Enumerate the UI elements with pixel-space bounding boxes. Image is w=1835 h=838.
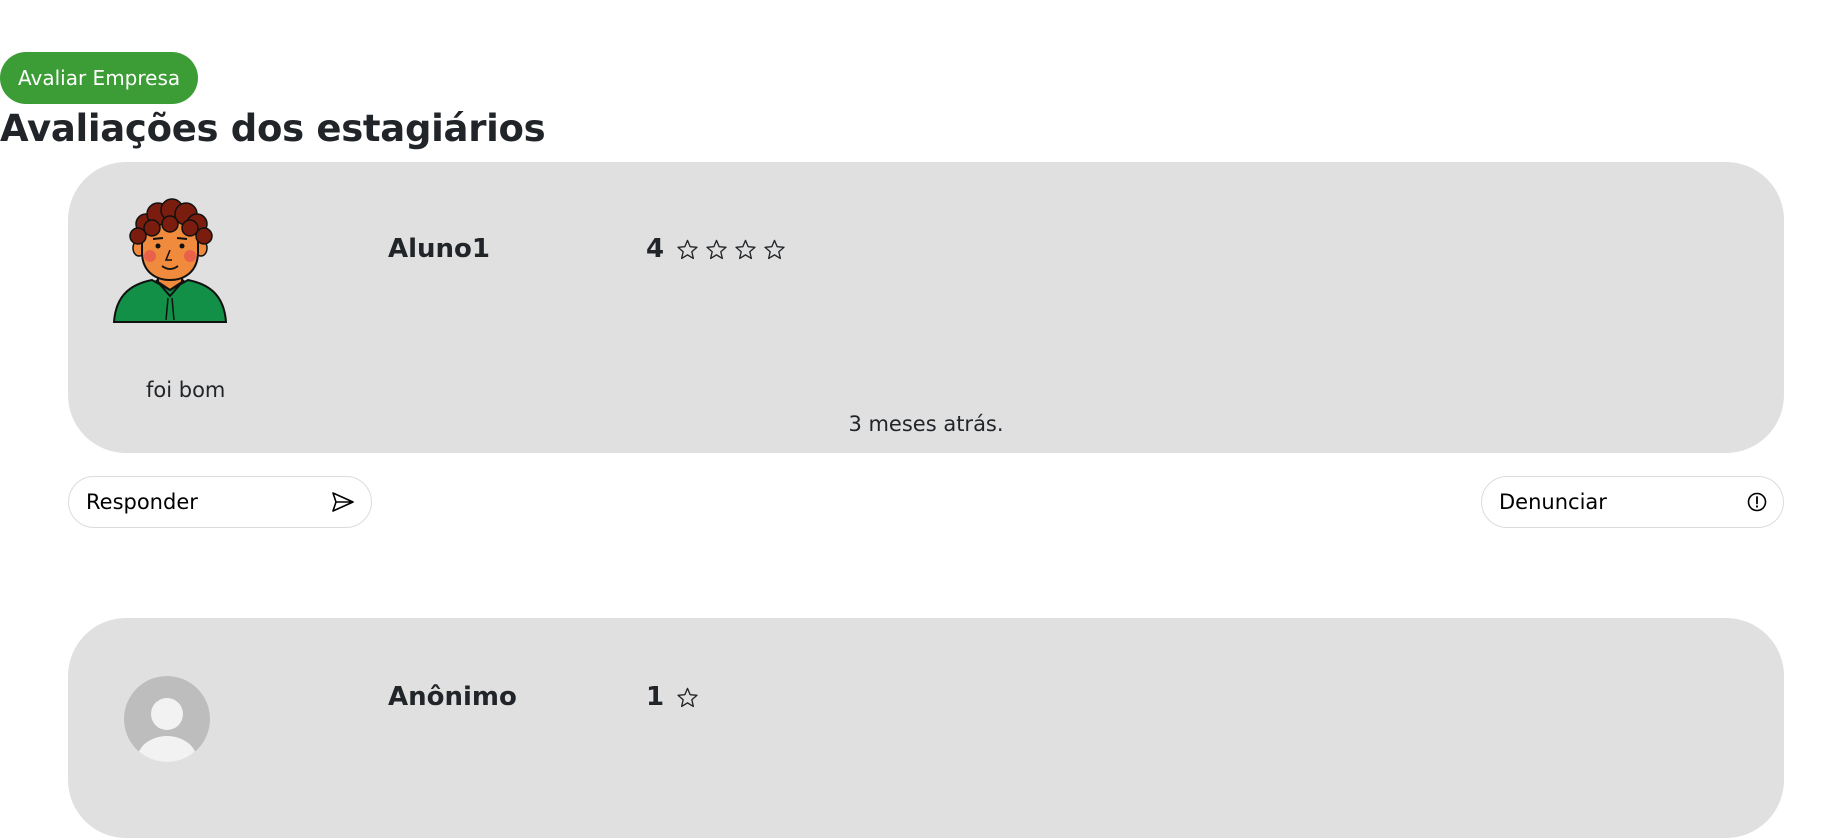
reviewer-name: Anônimo bbox=[388, 682, 517, 712]
star-icon bbox=[677, 687, 698, 707]
alert-circle-icon bbox=[1747, 492, 1767, 512]
star-icon bbox=[706, 239, 727, 259]
send-icon bbox=[332, 492, 354, 512]
review-comment: foi bom bbox=[146, 378, 226, 402]
review-card: Anônimo 1 bbox=[68, 618, 1784, 838]
star-icon bbox=[735, 239, 756, 259]
review-time: 3 meses atrás. bbox=[848, 412, 1004, 436]
report-button[interactable]: Denunciar bbox=[1481, 476, 1784, 528]
section-title: Avaliações dos estagiários bbox=[0, 107, 546, 150]
rating-score: 4 bbox=[646, 234, 665, 264]
star-icon bbox=[677, 239, 698, 259]
reply-label: Responder bbox=[86, 490, 198, 514]
student-avatar-icon bbox=[112, 198, 228, 323]
rate-company-button[interactable]: Avaliar Empresa bbox=[0, 52, 199, 104]
review-rating: 4 bbox=[646, 234, 786, 264]
star-icon bbox=[764, 239, 785, 259]
report-label: Denunciar bbox=[1499, 490, 1607, 514]
reviewer-name: Aluno1 bbox=[388, 234, 491, 264]
anonymous-user-icon bbox=[124, 676, 210, 762]
reply-button[interactable]: Responder bbox=[68, 476, 372, 528]
rating-stars bbox=[676, 686, 699, 709]
review-rating: 1 bbox=[646, 682, 699, 712]
rating-stars bbox=[676, 238, 786, 261]
rating-score: 1 bbox=[646, 682, 665, 712]
review-card: Aluno1 4 foi bom 3 meses atrás. bbox=[68, 162, 1784, 453]
